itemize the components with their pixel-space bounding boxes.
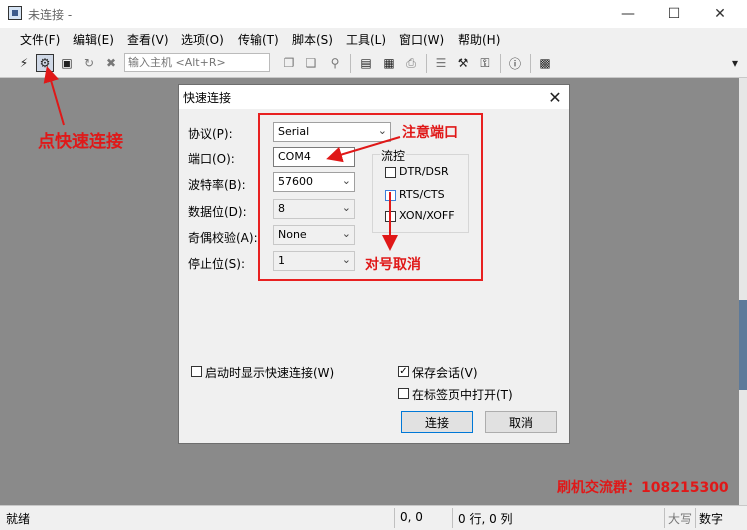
status-bar: 就绪 0, 0 0 行, 0 列 大写 数字 <box>0 505 747 530</box>
status-num: 数字 <box>699 512 724 526</box>
status-coords: 0, 0 <box>400 510 423 524</box>
status-caps: 大写 <box>668 512 693 526</box>
status-ready: 就绪 <box>6 512 31 526</box>
status-rowcol: 0 行, 0 列 <box>458 512 513 526</box>
annotation-arrows <box>43 66 401 251</box>
arrow-to-quick-connect <box>43 66 65 126</box>
arrow-to-port <box>326 136 401 163</box>
